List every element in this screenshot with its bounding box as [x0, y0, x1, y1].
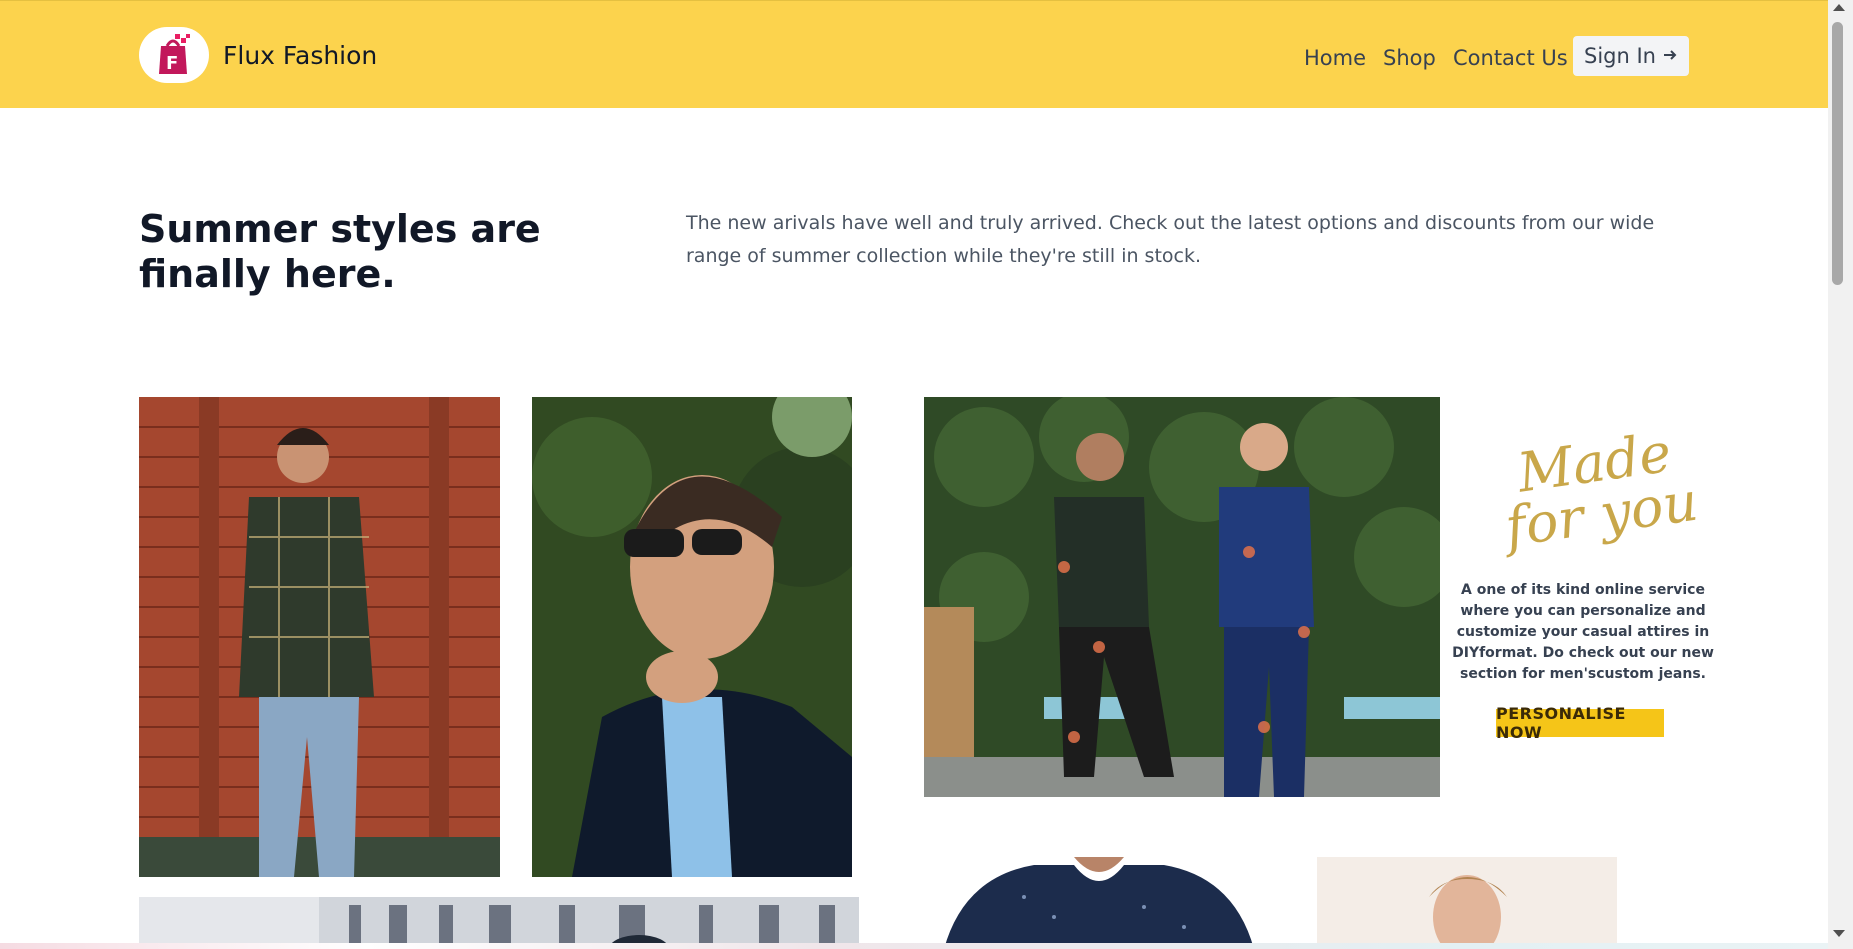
two-models-bench-image — [924, 397, 1440, 797]
scrollbar-thumb[interactable] — [1832, 22, 1843, 285]
model-brick-wall-image — [139, 397, 500, 877]
promo-description: A one of its kind online service where y… — [1452, 582, 1714, 682]
logo-letter: F — [166, 53, 178, 74]
brand[interactable]: F Flux Fashion — [139, 27, 377, 83]
shopping-bag-logo-icon: F — [139, 27, 209, 83]
page-headline: Summer styles are finally here. — [139, 207, 541, 296]
model-blond-image — [1317, 857, 1617, 949]
nav-home-link[interactable]: Home — [1304, 46, 1366, 70]
personalize-promo-card: Made for you A one of its kind online se… — [1440, 397, 1725, 797]
scroll-up-arrow-icon[interactable] — [1833, 4, 1845, 11]
model-studio-image — [139, 897, 859, 949]
sign-in-button[interactable]: Sign In — [1573, 36, 1689, 76]
model-sunglasses-image — [532, 397, 852, 877]
nav-shop-link[interactable]: Shop — [1383, 46, 1436, 70]
nav-contact-link[interactable]: Contact Us — [1453, 46, 1568, 70]
scroll-down-arrow-icon[interactable] — [1833, 930, 1845, 937]
brand-name: Flux Fashion — [223, 40, 378, 70]
hero-description: The new arivals have well and truly arri… — [686, 212, 1655, 267]
personalise-now-button[interactable]: PERSONALISE NOW — [1496, 704, 1664, 742]
model-navy-shirt-image — [924, 857, 1274, 949]
sign-in-label: Sign In — [1584, 44, 1656, 68]
top-navbar: F Flux Fashion Home Shop Contact Us Sign… — [0, 0, 1828, 108]
bottom-edge-strip — [0, 943, 1828, 949]
arrow-right-icon — [1662, 44, 1678, 68]
promo-script-title: Made for you — [1492, 421, 1705, 559]
